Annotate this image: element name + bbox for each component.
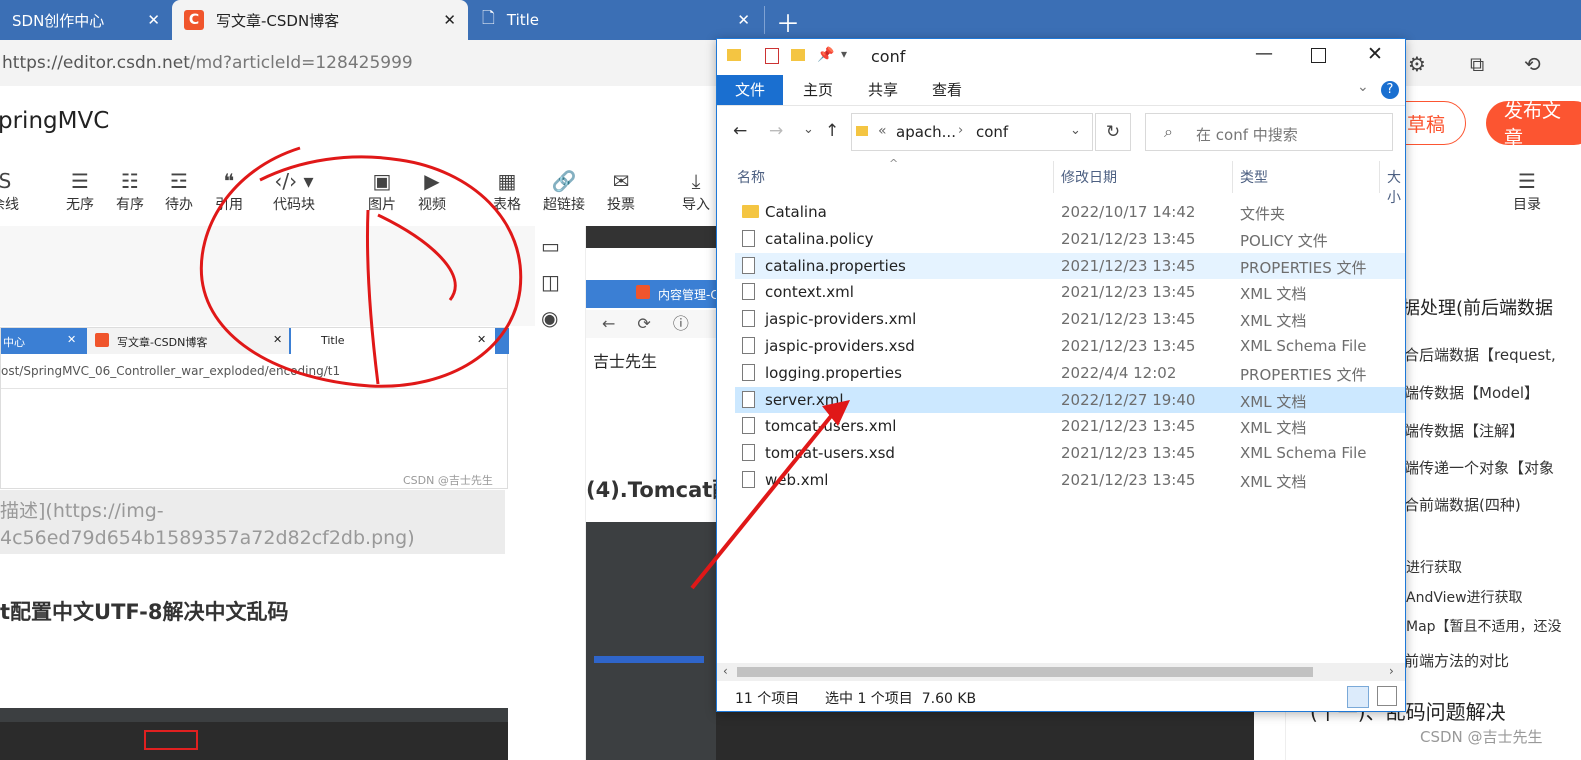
annotation-overlay — [199, 146, 850, 590]
red-circle-annotation — [199, 146, 523, 388]
red-digit-annotation — [366, 209, 457, 385]
red-arrow-annotation — [690, 408, 838, 590]
